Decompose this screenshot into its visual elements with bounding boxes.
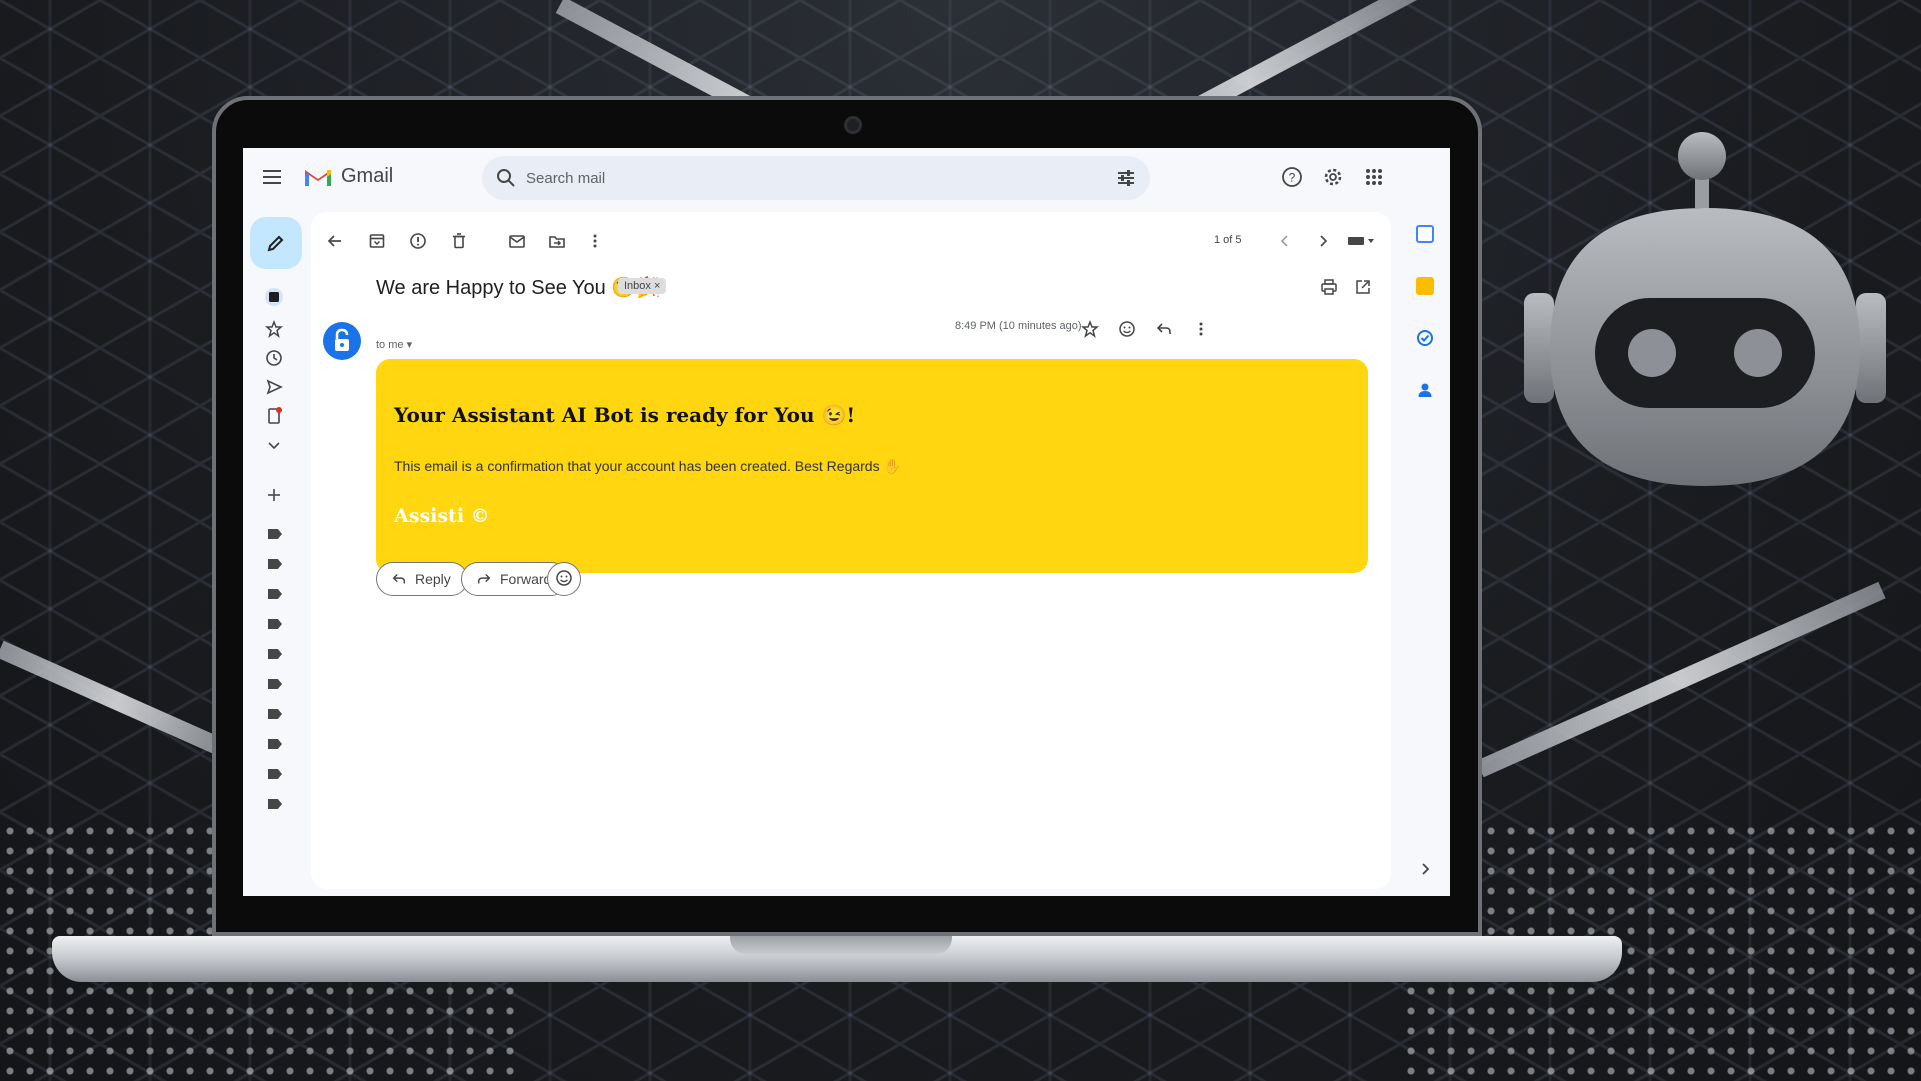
app-name[interactable]: Gmail — [341, 165, 393, 188]
forward-label: Forward — [500, 571, 552, 587]
label-icon[interactable] — [268, 739, 282, 749]
search-icon[interactable] — [496, 168, 516, 188]
drafts-icon[interactable] — [265, 407, 283, 425]
gmail-logo-icon[interactable] — [303, 166, 333, 188]
gmail-window: Gmail ? — [243, 148, 1450, 896]
label-icon[interactable] — [268, 769, 282, 779]
tasks-icon[interactable] — [1416, 329, 1434, 347]
label-icon[interactable] — [268, 529, 282, 539]
sent-icon[interactable] — [265, 378, 283, 396]
menu-icon[interactable] — [263, 170, 281, 184]
card-body-text: This email is a confirmation that your a… — [394, 458, 901, 474]
label-icon[interactable] — [268, 589, 282, 599]
label-icon[interactable] — [268, 619, 282, 629]
move-to-icon[interactable] — [548, 232, 566, 250]
open-new-window-icon[interactable] — [1354, 278, 1372, 296]
settings-icon[interactable] — [1322, 166, 1344, 188]
card-title: Your Assistant AI Bot is ready for You 😉… — [394, 403, 856, 427]
calendar-icon[interactable] — [1416, 225, 1434, 243]
search-bar[interactable] — [482, 156, 1150, 200]
reply-icon — [392, 574, 406, 584]
camera — [844, 116, 862, 134]
email-timestamp: 8:49 PM (10 minutes ago) — [955, 320, 1082, 332]
compose-button[interactable] — [250, 217, 302, 269]
label-icon[interactable] — [268, 709, 282, 719]
label-icon[interactable] — [268, 559, 282, 569]
chevron-left-icon[interactable] — [1276, 232, 1294, 250]
chevron-down-icon[interactable] — [265, 436, 283, 454]
inbox-label-chip[interactable]: Inbox × — [618, 278, 667, 294]
reply-icon[interactable] — [1155, 320, 1173, 338]
print-icon[interactable] — [1320, 278, 1338, 296]
top-bar: Gmail ? — [243, 148, 1450, 208]
svg-text:?: ? — [1289, 171, 1296, 185]
archive-icon[interactable] — [368, 232, 386, 250]
forward-icon — [477, 574, 491, 584]
report-spam-icon[interactable] — [409, 232, 427, 250]
reply-button[interactable]: Reply — [376, 562, 468, 596]
laptop-notch — [730, 936, 952, 954]
label-icon[interactable] — [268, 799, 282, 809]
pencil-icon — [267, 235, 284, 252]
message-more-icon[interactable] — [1192, 320, 1210, 338]
search-options-icon[interactable] — [1116, 168, 1136, 188]
expand-panel-icon[interactable] — [1416, 860, 1434, 878]
input-tools-icon[interactable] — [1347, 232, 1377, 250]
star-icon[interactable] — [1081, 320, 1099, 338]
reply-label: Reply — [415, 571, 451, 587]
add-label-icon[interactable] — [265, 486, 283, 504]
back-arrow-icon[interactable] — [326, 232, 344, 250]
email-body-card: Your Assistant AI Bot is ready for You 😉… — [376, 359, 1368, 573]
contacts-icon[interactable] — [1416, 381, 1434, 399]
search-input[interactable] — [526, 156, 1086, 200]
message-panel: 1 of 5 We are Happy to See You 😉🎉 Inbox … — [311, 212, 1391, 889]
inbox-icon[interactable] — [265, 288, 283, 306]
recipient-dropdown[interactable]: to me ▾ — [376, 338, 412, 351]
pagination-count: 1 of 5 — [1214, 234, 1242, 246]
apps-grid-icon[interactable] — [1363, 166, 1385, 188]
help-icon[interactable]: ? — [1281, 166, 1303, 188]
label-icon[interactable] — [268, 679, 282, 689]
sender-avatar[interactable] — [323, 322, 361, 360]
robot-icon — [1524, 132, 1886, 486]
delete-icon[interactable] — [450, 232, 468, 250]
mark-unread-icon[interactable] — [508, 232, 526, 250]
card-signature: Assisti © — [394, 505, 490, 527]
snoozed-icon[interactable] — [265, 349, 283, 367]
more-vert-icon[interactable] — [586, 232, 604, 250]
emoji-react-icon[interactable] — [1118, 320, 1136, 338]
chevron-right-icon[interactable] — [1314, 232, 1332, 250]
laptop-base — [52, 936, 1622, 982]
emoji-reaction-button[interactable] — [547, 562, 581, 596]
lock-icon — [335, 328, 349, 351]
keep-icon[interactable] — [1416, 277, 1434, 295]
label-icon[interactable] — [268, 649, 282, 659]
smiley-icon — [556, 569, 572, 586]
starred-icon[interactable] — [265, 320, 283, 338]
